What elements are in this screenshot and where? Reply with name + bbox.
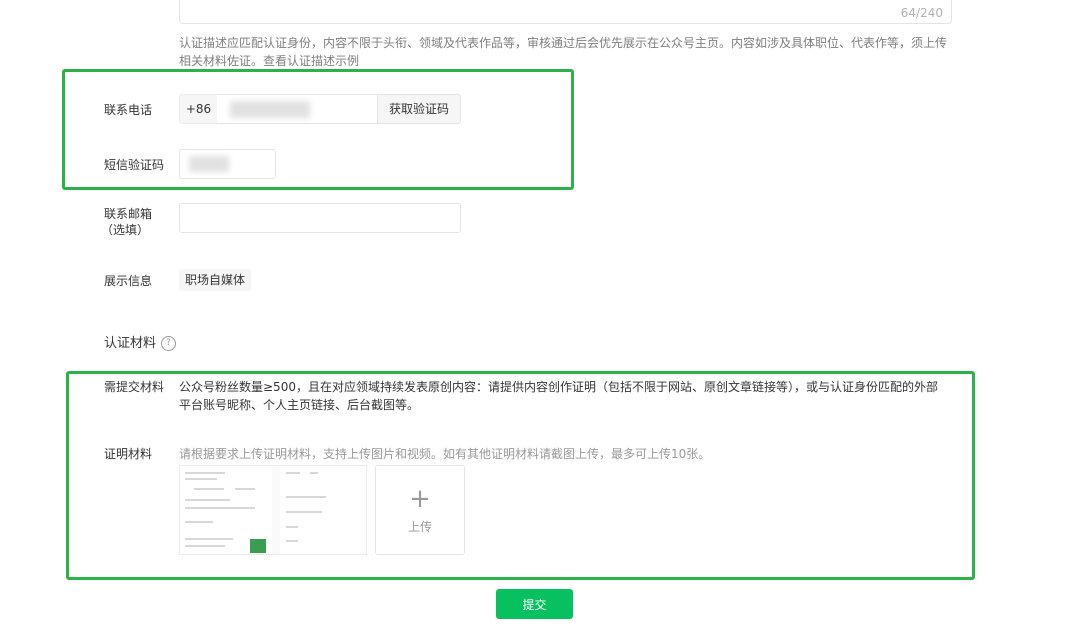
thumb-line <box>185 545 225 547</box>
char-counter: 64/240 <box>900 6 943 20</box>
thumb-line <box>185 521 213 523</box>
thumb-line <box>185 478 217 480</box>
email-label: 联系邮箱 （选填） <box>100 206 153 238</box>
uploaded-screenshot-thumbnail[interactable] <box>179 465 367 555</box>
thumb-line <box>194 488 224 490</box>
proof-materials-hint: 请根据要求上传证明材料，支持上传图片和视频。如有其他证明材料请截图上传，最多可上… <box>179 447 711 461</box>
submit-button[interactable]: 提交 <box>496 589 573 619</box>
email-label-line2: （选填） <box>100 223 149 237</box>
email-input[interactable] <box>179 203 461 233</box>
thumb-line <box>286 540 298 542</box>
thumb-line <box>185 507 255 509</box>
thumb-line <box>286 511 322 513</box>
upload-button[interactable]: + 上传 <box>375 465 465 555</box>
get-code-button[interactable]: 获取验证码 <box>377 94 461 124</box>
thumb-line <box>185 538 233 540</box>
thumb-line <box>185 472 225 474</box>
phone-label: 联系电话 <box>104 103 153 117</box>
thumb-green-button <box>250 539 266 553</box>
phone-redaction <box>230 101 310 118</box>
display-info-tag: 职场自媒体 <box>179 269 252 291</box>
description-textarea[interactable]: 64/240 <box>179 0 952 24</box>
thumb-line <box>286 472 300 474</box>
thumb-line <box>235 488 255 490</box>
description-example-link[interactable]: 查看认证描述示例 <box>263 54 359 68</box>
thumb-line <box>286 496 326 498</box>
sms-label: 短信验证码 <box>104 158 165 172</box>
upload-label: 上传 <box>407 520 432 534</box>
sms-redaction <box>189 156 229 172</box>
proof-materials-label: 证明材料 <box>104 447 153 461</box>
materials-section-title: 认证材料 <box>104 336 157 351</box>
thumb-line <box>310 472 318 474</box>
plus-icon: + <box>409 484 431 514</box>
email-label-line1: 联系邮箱 <box>104 207 153 221</box>
verification-form-page: 64/240 认证描述应匹配认证身份，内容不限于头衔、领域及代表作品等，审核通过… <box>0 0 1080 631</box>
help-icon[interactable]: ? <box>161 336 176 351</box>
thumb-line <box>286 526 298 528</box>
required-materials-label: 需提交材料 <box>104 380 165 394</box>
display-info-label: 展示信息 <box>104 274 153 288</box>
thumb-line <box>185 499 230 501</box>
description-help-text: 认证描述应匹配认证身份，内容不限于头衔、领域及代表作品等，审核通过后会优先展示在… <box>179 34 954 70</box>
required-materials-text: 公众号粉丝数量≥500，且在对应领域持续发表原创内容：请提供内容创作证明（包括不… <box>179 380 938 412</box>
country-code-prefix: +86 <box>179 94 217 124</box>
